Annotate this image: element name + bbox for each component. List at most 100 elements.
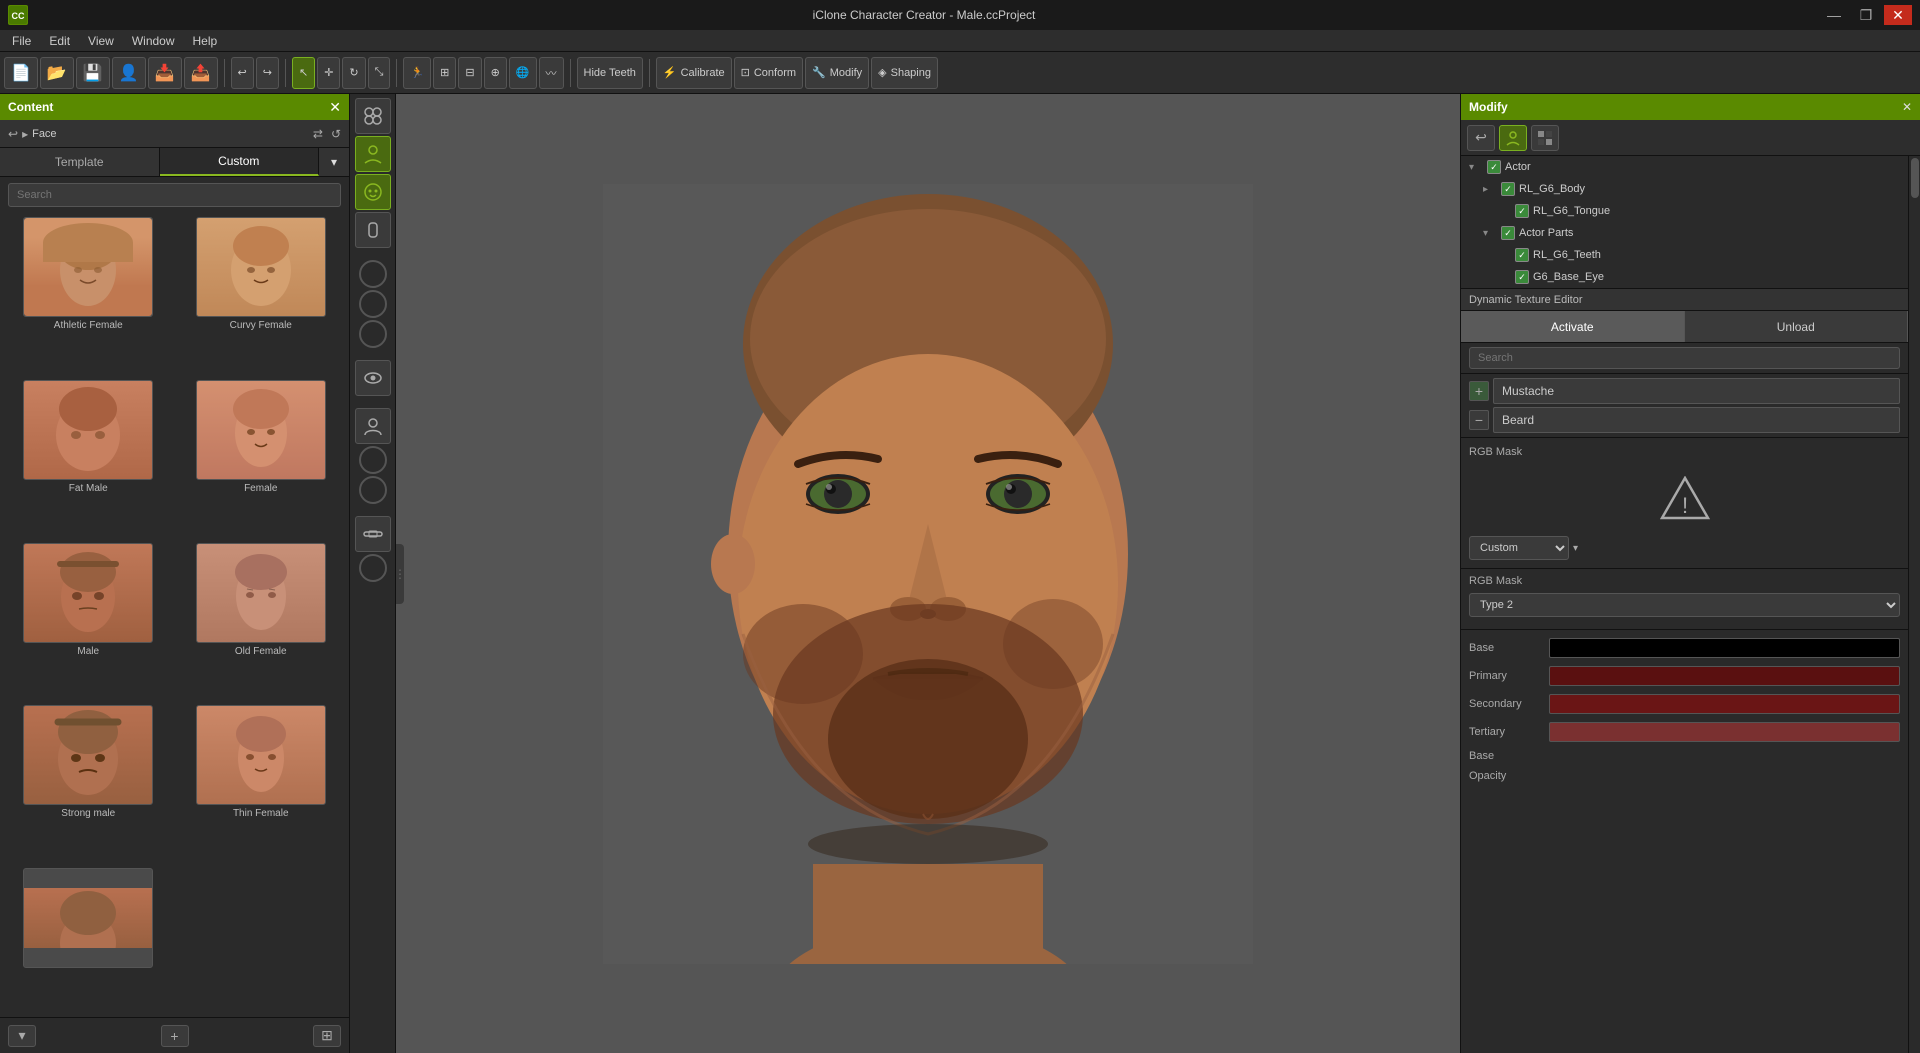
- list-item[interactable]: Thin Female: [177, 705, 346, 864]
- list-item[interactable]: Fat Male: [4, 380, 173, 539]
- list-item[interactable]: Strong male: [4, 705, 173, 864]
- search-input[interactable]: [8, 183, 341, 207]
- viewport-resize-handle[interactable]: ⋮: [396, 544, 404, 604]
- move-tool[interactable]: ✛: [317, 57, 340, 89]
- panel-option-btn[interactable]: ⊞: [313, 1025, 341, 1047]
- list-item[interactable]: Athletic Female: [4, 217, 173, 376]
- export-button[interactable]: 📤: [184, 57, 218, 89]
- thumb-male[interactable]: [23, 543, 153, 643]
- redo-button[interactable]: ↪: [256, 57, 279, 89]
- tree-check-eye[interactable]: ✓: [1515, 270, 1529, 284]
- scroll-thumb[interactable]: [1911, 158, 1919, 198]
- tree-check-body[interactable]: ✓: [1501, 182, 1515, 196]
- modify-button[interactable]: 🔧 Modify: [805, 57, 869, 89]
- select-tool[interactable]: ↖: [292, 57, 315, 89]
- tree-expand-actor[interactable]: ▾: [1469, 162, 1483, 173]
- wave-tool[interactable]: 〰: [539, 57, 564, 89]
- list-item[interactable]: [4, 868, 173, 1013]
- menu-view[interactable]: View: [80, 32, 122, 50]
- scale-tool[interactable]: ⤡: [368, 57, 391, 89]
- list-item[interactable]: Curvy Female: [177, 217, 346, 376]
- sidebar-body-btn[interactable]: [355, 212, 391, 248]
- import-button[interactable]: 📥: [148, 57, 182, 89]
- menu-file[interactable]: File: [4, 32, 39, 50]
- fit-tool[interactable]: ⊞: [433, 57, 456, 89]
- tree-item-actor[interactable]: ▾ ✓ Actor: [1461, 156, 1908, 178]
- tree-item-eye[interactable]: ✓ G6_Base_Eye: [1461, 266, 1908, 288]
- nav-swap-icon[interactable]: ⇄: [313, 127, 323, 141]
- menu-help[interactable]: Help: [185, 32, 226, 50]
- sidebar-circle-5[interactable]: [359, 476, 387, 504]
- panel-collapse-btn[interactable]: ▾: [319, 148, 349, 176]
- view3d-tool[interactable]: 🌐: [509, 57, 537, 89]
- conform-button[interactable]: ⊡ Conform: [734, 57, 803, 89]
- sidebar-group-btn[interactable]: [355, 98, 391, 134]
- thumb-female[interactable]: [196, 380, 326, 480]
- new-button[interactable]: 📄: [4, 57, 38, 89]
- list-item[interactable]: Male: [4, 543, 173, 702]
- rotate-tool[interactable]: ↻: [342, 57, 365, 89]
- rp-search-input[interactable]: [1469, 347, 1900, 369]
- menu-window[interactable]: Window: [124, 32, 183, 50]
- nav-refresh-icon[interactable]: ↺: [331, 127, 341, 141]
- tree-expand-actor-parts[interactable]: ▾: [1483, 228, 1497, 239]
- color-swatch-primary[interactable]: [1549, 666, 1900, 686]
- beard-label[interactable]: Beard: [1493, 407, 1900, 433]
- color-swatch-tertiary[interactable]: [1549, 722, 1900, 742]
- tab-template[interactable]: Template: [0, 148, 160, 176]
- sidebar-circle-6[interactable]: [359, 554, 387, 582]
- hide-teeth-button[interactable]: Hide Teeth: [577, 57, 643, 89]
- calibrate-button[interactable]: ⚡ Calibrate: [656, 57, 732, 89]
- list-item[interactable]: Female: [177, 380, 346, 539]
- grid-tool[interactable]: ⊕: [484, 57, 507, 89]
- custom-dropdown[interactable]: Custom: [1469, 536, 1569, 560]
- content-panel-close[interactable]: ✕: [329, 99, 341, 116]
- save-button[interactable]: 💾: [76, 57, 110, 89]
- sidebar-accessory-btn[interactable]: [355, 516, 391, 552]
- mustache-label[interactable]: Mustache: [1493, 378, 1900, 404]
- thumb-extra[interactable]: [23, 868, 153, 968]
- activate-button[interactable]: Activate: [1461, 311, 1685, 342]
- avatar-button[interactable]: 👤: [112, 57, 146, 89]
- unload-button[interactable]: Unload: [1685, 311, 1909, 342]
- maximize-button[interactable]: ❐: [1852, 5, 1880, 25]
- sidebar-silhouette-btn[interactable]: [355, 408, 391, 444]
- body-tool[interactable]: 🏃: [403, 57, 431, 89]
- right-tool-checker[interactable]: [1531, 125, 1559, 151]
- mustache-add-btn[interactable]: +: [1469, 381, 1489, 401]
- sidebar-circle-1[interactable]: [359, 260, 387, 288]
- thumb-curvy-female[interactable]: [196, 217, 326, 317]
- tab-custom[interactable]: Custom: [160, 148, 320, 176]
- right-tool-person[interactable]: [1499, 125, 1527, 151]
- right-scrollbar[interactable]: [1908, 156, 1920, 1053]
- thumb-athletic-female[interactable]: [23, 217, 153, 317]
- thumb-old-female[interactable]: [196, 543, 326, 643]
- tree-check-teeth[interactable]: ✓: [1515, 248, 1529, 262]
- shaping-button[interactable]: ◈ Shaping: [871, 57, 938, 89]
- tree-item-body[interactable]: ▸ ✓ RL_G6_Body: [1461, 178, 1908, 200]
- modify-panel-close[interactable]: ✕: [1902, 100, 1912, 114]
- nav-back-arrow[interactable]: ↩: [8, 127, 18, 141]
- color-swatch-base[interactable]: [1549, 638, 1900, 658]
- tree-expand-body[interactable]: ▸: [1483, 184, 1497, 195]
- tree-item-teeth[interactable]: ✓ RL_G6_Teeth: [1461, 244, 1908, 266]
- beard-remove-btn[interactable]: −: [1469, 410, 1489, 430]
- add-item-btn[interactable]: +: [161, 1025, 189, 1047]
- sidebar-face-btn[interactable]: [355, 174, 391, 210]
- sidebar-circle-4[interactable]: [359, 446, 387, 474]
- rgb-type-select[interactable]: Type 1 Type 2 Type 3: [1469, 593, 1900, 617]
- sidebar-eye-btn[interactable]: [355, 360, 391, 396]
- thumb-thin-female[interactable]: [196, 705, 326, 805]
- sidebar-circle-2[interactable]: [359, 290, 387, 318]
- right-tool-arrow[interactable]: ↩: [1467, 125, 1495, 151]
- tree-item-actor-parts[interactable]: ▾ ✓ Actor Parts: [1461, 222, 1908, 244]
- undo-button[interactable]: ↩: [231, 57, 254, 89]
- close-button[interactable]: ✕: [1884, 5, 1912, 25]
- list-item[interactable]: Old Female: [177, 543, 346, 702]
- thumb-fat-male[interactable]: [23, 380, 153, 480]
- sidebar-person-btn[interactable]: [355, 136, 391, 172]
- minimize-button[interactable]: —: [1820, 5, 1848, 25]
- align-tool[interactable]: ⊟: [458, 57, 481, 89]
- tree-check-actor-parts[interactable]: ✓: [1501, 226, 1515, 240]
- tree-check-tongue[interactable]: ✓: [1515, 204, 1529, 218]
